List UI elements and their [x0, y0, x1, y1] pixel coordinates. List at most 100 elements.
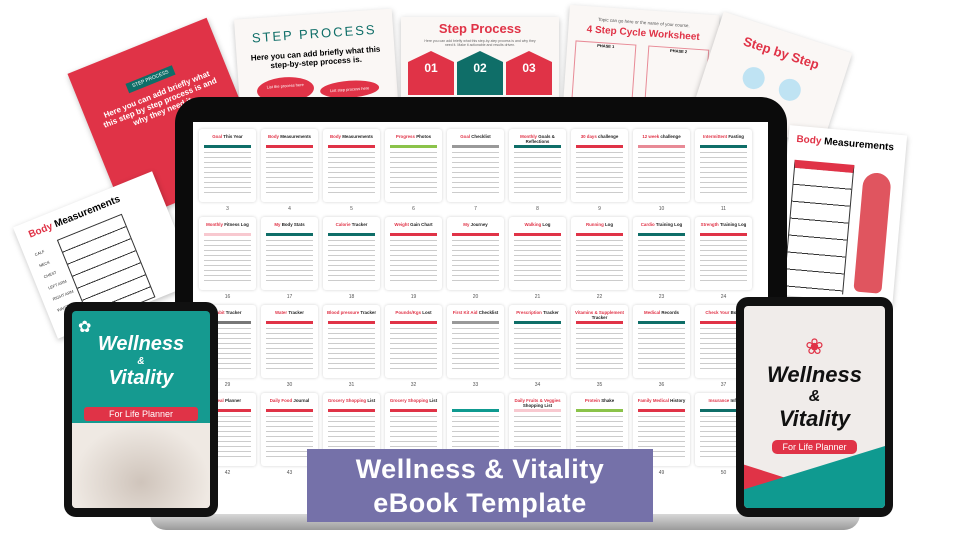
banner-line-2: eBook Template — [373, 488, 587, 518]
sheet-title: Body Measurements — [795, 133, 895, 154]
page-thumbnail[interactable]: Vitamins & Supplement Tracker — [571, 305, 628, 378]
page-preview — [452, 321, 499, 372]
page-thumbnail[interactable]: Running Log — [571, 217, 628, 290]
body-measurements-right-sheet: Body Measurements — [774, 125, 908, 305]
page-title: My Body Stats — [274, 222, 305, 227]
page-title: Protein Shake — [584, 398, 615, 403]
step-process-hex-sheet: Step Process Here you can add briefly wh… — [401, 17, 559, 107]
page-thumbnail[interactable]: Intermittent Fasting — [695, 129, 752, 202]
tagline-pill: For Life Planner — [772, 440, 857, 454]
page-number: 23 — [658, 294, 665, 300]
page-number: 16 — [224, 294, 231, 300]
page-title: Goal Checklist — [460, 134, 491, 139]
page-title: Medical Records — [644, 310, 679, 315]
bubble-icon — [775, 75, 804, 104]
page-preview — [576, 145, 623, 196]
page-preview — [204, 145, 251, 196]
page-thumbnail[interactable]: Walking Log — [509, 217, 566, 290]
left-tablet: ✿ Wellness & Vitality For Life Planner — [64, 302, 218, 517]
page-number: 10 — [658, 206, 665, 212]
page-title: Strength Training Log — [700, 222, 747, 227]
sheet-text: Here you can add briefly what this step-… — [424, 39, 536, 47]
page-number: 20 — [472, 294, 479, 300]
page-thumbnail[interactable]: 12 week challenge — [633, 129, 690, 202]
step-hex: 01 — [408, 51, 454, 95]
page-number: 31 — [348, 382, 355, 388]
page-number: 11 — [720, 206, 727, 212]
sheet-title: Step Process — [438, 21, 522, 36]
page-title: Running Log — [585, 222, 614, 227]
page-preview — [266, 409, 313, 460]
right-tablet: ❀ Wellness & Vitality For Life Planner — [736, 297, 893, 517]
page-preview — [514, 321, 561, 372]
page-number: 3 — [226, 206, 229, 212]
page-title: Goal This Year — [212, 134, 243, 139]
page-number: 32 — [410, 382, 417, 388]
sheet-title: STEP PROCESS — [251, 21, 377, 46]
page-thumbnail[interactable]: Progress Photos — [385, 129, 442, 202]
page-number: 4 — [288, 206, 291, 212]
page-number: 19 — [410, 294, 417, 300]
lotus-icon: ❀ — [805, 334, 824, 359]
page-thumbnail[interactable]: My Journey — [447, 217, 504, 290]
page-title: First Kit Aid Checklist — [452, 310, 499, 315]
page-thumbnail[interactable]: Pounds/Kgs Lost — [385, 305, 442, 378]
page-preview — [452, 233, 499, 284]
page-title: Body Measurements — [268, 134, 311, 139]
body-silhouette-icon — [853, 171, 892, 294]
page-preview — [266, 145, 313, 196]
page-preview — [700, 233, 747, 284]
page-title: Body Measurements — [330, 134, 373, 139]
page-title: Daily Food Journal — [269, 398, 310, 403]
page-thumbnail[interactable]: Strength Training Log — [695, 217, 752, 290]
page-number: 30 — [286, 382, 293, 388]
page-preview — [576, 233, 623, 284]
page-number: 35 — [596, 382, 603, 388]
page-thumbnail[interactable]: Goal Checklist — [447, 129, 504, 202]
page-thumbnail[interactable]: Weight Gain Chart — [385, 217, 442, 290]
page-number: 22 — [596, 294, 603, 300]
page-thumbnail[interactable]: Body Measurements — [323, 129, 380, 202]
page-title: Water Tracker — [275, 310, 304, 315]
page-preview — [328, 321, 375, 372]
cover-photo — [72, 423, 210, 508]
page-preview — [576, 321, 623, 372]
page-thumbnail[interactable]: Prescription Tracker — [509, 305, 566, 378]
page-number: 33 — [472, 382, 479, 388]
page-number: 21 — [534, 294, 541, 300]
page-title: Pounds/Kgs Lost — [395, 310, 432, 315]
page-preview — [514, 145, 561, 196]
page-thumbnail[interactable]: Body Measurements — [261, 129, 318, 202]
tagline-pill: For Life Planner — [84, 407, 198, 421]
page-title: Grocery Shopping List — [389, 398, 438, 403]
page-thumbnail[interactable]: My Body Stats — [261, 217, 318, 290]
page-thumbnail[interactable]: 30 days challenge — [571, 129, 628, 202]
page-preview — [390, 145, 437, 196]
page-title: Monthly Fitness Log — [206, 222, 249, 227]
page-preview — [328, 145, 375, 196]
page-number: 9 — [598, 206, 601, 212]
page-title: Weight Gain Chart — [394, 222, 433, 227]
page-preview — [638, 321, 685, 372]
page-thumbnail[interactable]: First Kit Aid Checklist — [447, 305, 504, 378]
page-title: Progress Photos — [395, 134, 432, 139]
page-preview — [266, 233, 313, 284]
page-number: 17 — [286, 294, 293, 300]
phase-box: PHASE 1 — [571, 40, 637, 105]
page-thumbnail[interactable]: Cardio Training Log — [633, 217, 690, 290]
step-hex: 02 — [457, 51, 503, 95]
page-thumbnail[interactable]: Goal This Year — [199, 129, 256, 202]
page-thumbnail[interactable]: Water Tracker — [261, 305, 318, 378]
page-title: Grocery Shopping List — [327, 398, 376, 403]
page-thumbnail[interactable]: Blood pressure Tracker — [323, 305, 380, 378]
page-thumbnail[interactable]: Monthly Fitness Log — [199, 217, 256, 290]
page-thumbnail[interactable]: Medical Records — [633, 305, 690, 378]
banner-line-1: Wellness & Vitality — [355, 454, 605, 484]
page-thumbnail[interactable]: Monthly Goals & Reflections — [509, 129, 566, 202]
page-preview — [390, 233, 437, 284]
page-title: Monthly Goals & Reflections — [520, 134, 555, 144]
page-number: 7 — [474, 206, 477, 212]
page-preview — [328, 233, 375, 284]
page-title: Prescription Tracker — [516, 310, 559, 315]
page-thumbnail[interactable]: Calorie Tracker — [323, 217, 380, 290]
